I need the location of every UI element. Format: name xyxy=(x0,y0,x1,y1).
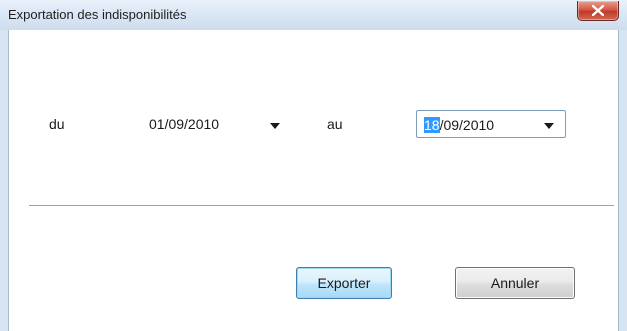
window-title: Exportation des indisponibilités xyxy=(8,7,187,22)
from-date-label: du xyxy=(49,116,65,132)
chevron-down-icon[interactable] xyxy=(270,123,280,129)
title-bar[interactable]: Exportation des indisponibilités xyxy=(0,0,627,30)
to-date-label: au xyxy=(327,116,343,132)
dialog-client-area: du 01/09/2010 au 18/09/2010 Exporter Ann… xyxy=(8,30,619,331)
close-x-icon xyxy=(592,5,604,16)
to-date-month-year[interactable]: /09/2010 xyxy=(440,117,495,133)
from-date-picker[interactable]: 01/09/2010 xyxy=(149,113,289,137)
export-button[interactable]: Exporter xyxy=(296,267,392,299)
to-date-day-selection[interactable]: 18 xyxy=(424,117,440,133)
to-date-picker[interactable]: 18/09/2010 xyxy=(416,110,566,138)
to-date-value[interactable]: 18/09/2010 xyxy=(424,117,494,133)
export-dialog-window: Exportation des indisponibilités du 01/0… xyxy=(0,0,627,331)
cancel-button[interactable]: Annuler xyxy=(455,267,575,299)
from-date-value[interactable]: 01/09/2010 xyxy=(149,116,219,132)
chevron-down-icon[interactable] xyxy=(544,123,554,129)
close-button[interactable] xyxy=(577,1,619,21)
separator-line xyxy=(29,205,614,206)
